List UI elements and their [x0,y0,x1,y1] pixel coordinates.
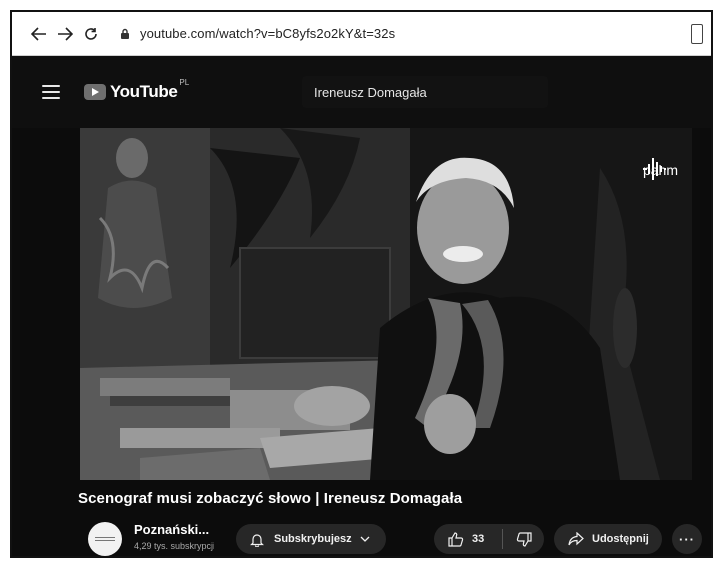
share-button[interactable]: Udostępnij [554,524,662,554]
subscribe-label: Subskrybujesz [274,533,352,545]
bell-icon [250,533,264,547]
channel-avatar[interactable] [88,522,122,556]
menu-icon[interactable] [42,85,60,99]
subscriber-count: 4,29 tys. subskrypcji [134,541,214,551]
play-logo-icon [84,84,106,100]
share-label: Udostępnij [592,533,649,545]
thumbs-down-icon [516,531,532,547]
search-input[interactable]: Ireneusz Domagała [302,76,548,108]
video-frame-image [80,128,692,480]
like-button[interactable]: 33 [434,524,502,554]
more-actions-button[interactable]: ··· [672,524,702,554]
subscribe-button[interactable]: Subskrybujesz [236,524,386,554]
video-player[interactable]: pahm [80,128,692,480]
logo-region: PL [179,78,190,87]
thumbs-up-icon [448,531,464,547]
like-count: 33 [472,533,485,545]
url-field[interactable]: youtube.com/watch?v=bC8yfs2o2kY&t=32s [140,26,395,41]
share-icon [568,532,584,546]
chevron-down-icon [360,536,370,542]
like-dislike-group: 33 [434,524,544,554]
sidebar-toggle-icon[interactable] [691,24,703,44]
logo-text: YouTube [110,82,178,101]
dislike-button[interactable] [503,524,544,554]
browser-address-bar: youtube.com/watch?v=bC8yfs2o2kY&t=32s [12,12,711,56]
video-title: Scenograf musi zobaczyć słowo | Ireneusz… [78,490,463,507]
forward-arrow-icon[interactable] [52,21,78,47]
youtube-header: YouTube PL Ireneusz Domagała [12,56,711,128]
channel-name[interactable]: Poznański... [134,522,209,537]
sound-wave-icon [642,158,666,180]
youtube-logo[interactable]: YouTube PL [84,78,189,102]
back-arrow-icon[interactable] [26,21,52,47]
channel-row: Poznański... 4,29 tys. subskrypcji Subsk… [78,518,702,556]
lock-icon [118,27,132,41]
channel-watermark: pahm [641,154,678,180]
browser-window: youtube.com/watch?v=bC8yfs2o2kY&t=32s Yo… [10,10,713,558]
reload-icon[interactable] [78,21,104,47]
